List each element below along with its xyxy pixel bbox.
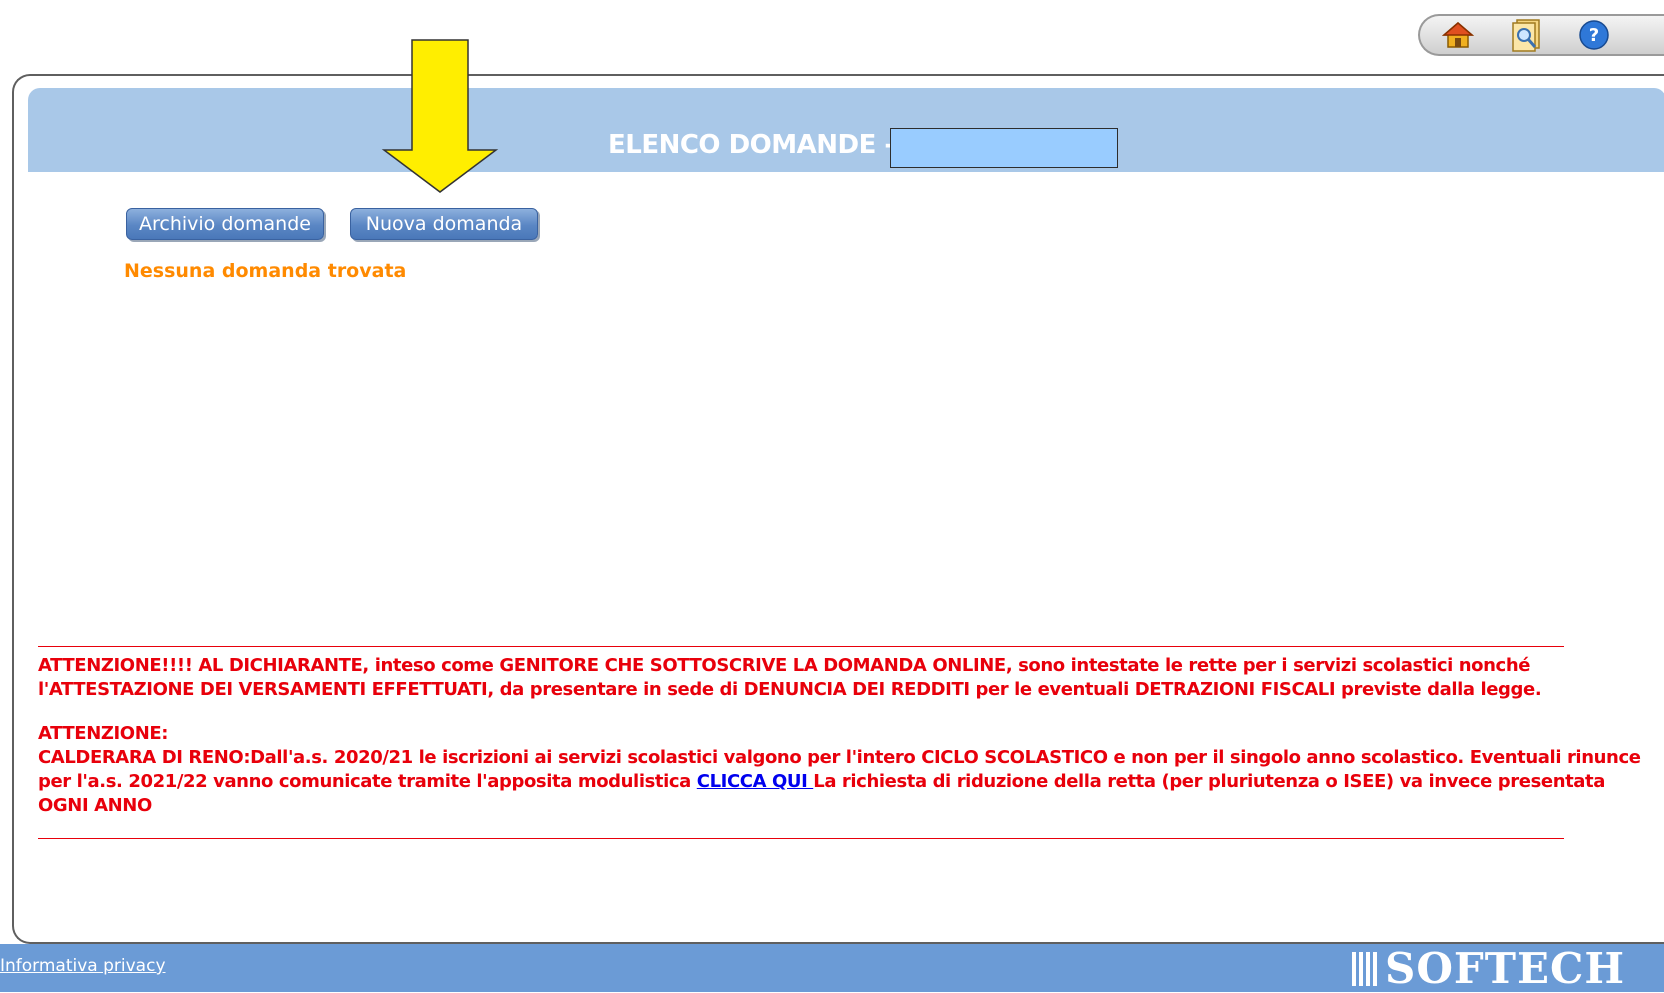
masked-field [890, 128, 1118, 168]
page-header: ELENCO DOMANDE - [28, 88, 1664, 172]
brand-logo: SOFTECH [1352, 948, 1625, 990]
toolbar: ? [1418, 14, 1664, 56]
main-panel: ELENCO DOMANDE - Archivio domande Nuova … [12, 74, 1664, 944]
separator-line [38, 646, 1564, 647]
home-button[interactable] [1440, 17, 1476, 53]
new-request-button[interactable]: Nuova domanda [350, 208, 538, 240]
privacy-link[interactable]: Informativa privacy [0, 956, 166, 976]
home-icon [1442, 22, 1474, 48]
footer: Informativa privacy SOFTECH [0, 944, 1664, 992]
empty-list-message: Nessuna domanda trovata [124, 260, 407, 282]
archive-requests-button[interactable]: Archivio domande [126, 208, 324, 240]
help-icon: ? [1579, 20, 1609, 50]
separator-line-bottom [38, 838, 1564, 839]
notice-declarant: ATTENZIONE!!!! AL DICHIARANTE, inteso co… [38, 654, 1654, 702]
notice-calderara-title: ATTENZIONE: [38, 723, 169, 744]
svg-text:?: ? [1589, 25, 1599, 46]
yellow-arrow-icon [381, 39, 499, 193]
page-title: ELENCO DOMANDE - [608, 130, 895, 160]
notice-calderara-body: CALDERARA DI RENO:Dall'a.s. 2020/21 le i… [38, 746, 1654, 818]
notice-calderara: ATTENZIONE: CALDERARA DI RENO:Dall'a.s. … [38, 722, 1654, 818]
brand-name: SOFTECH [1385, 944, 1626, 993]
search-document-icon [1512, 19, 1540, 52]
help-button[interactable]: ? [1576, 17, 1612, 53]
barcode-icon [1352, 952, 1377, 986]
click-here-link[interactable]: CLICCA QUI [697, 771, 813, 792]
notice-declarant-text: ATTENZIONE!!!! AL DICHIARANTE, inteso co… [38, 655, 1542, 700]
search-document-button[interactable] [1508, 17, 1544, 53]
